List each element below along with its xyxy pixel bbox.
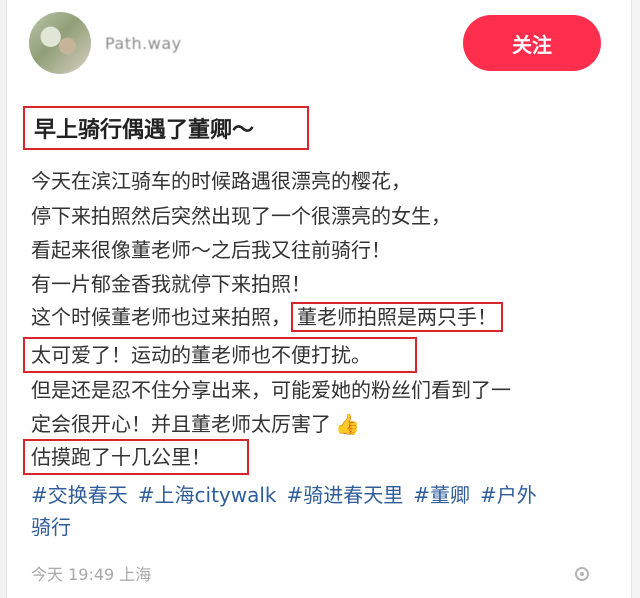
tag-row: #交换春天 #上海citywalk #骑进春天里 #董卿 #户外 bbox=[31, 480, 547, 510]
post-line-8-text: 定会很开心！并且董老师太厉害了 bbox=[31, 412, 331, 436]
post-line-8: 定会很开心！并且董老师太厉害了 👍 bbox=[31, 409, 360, 439]
follow-button[interactable]: 关注 bbox=[463, 15, 601, 71]
tag-link[interactable]: #董卿 bbox=[413, 483, 470, 507]
tag-link-wrap[interactable]: 骑行 bbox=[31, 515, 71, 539]
post-line-3: 看起来很像董老师～之后我又往前骑行！ bbox=[31, 238, 391, 262]
username[interactable]: Path.way bbox=[105, 34, 182, 53]
more-options-icon[interactable] bbox=[575, 567, 589, 581]
post-meta: 今天 19:49 上海 bbox=[31, 565, 152, 584]
post-title-text: 早上骑行偶遇了董卿～ bbox=[34, 118, 255, 143]
tag-link[interactable]: #上海citywalk bbox=[138, 483, 277, 507]
post-line-5: 这个时候董老师也过来拍照， 董老师拍照是两只手！ bbox=[31, 302, 503, 332]
post-line-1: 今天在滨江骑车的时候路遇很漂亮的樱花， bbox=[31, 169, 411, 193]
thumbs-up-icon: 👍 bbox=[335, 412, 360, 436]
post-line-9: 估摸跑了十几公里！ bbox=[31, 445, 211, 469]
post-line-5-text: 这个时候董老师也过来拍照， bbox=[31, 305, 291, 329]
tag-row-wrap: 骑行 bbox=[31, 512, 71, 542]
post-line-6: 太可爱了！运动的董老师也不便打扰。 bbox=[31, 343, 371, 367]
post-title: 早上骑行偶遇了董卿～ bbox=[23, 106, 309, 150]
post-line-2: 停下来拍照然后突然出现了一个很漂亮的女生， bbox=[31, 204, 451, 228]
tag-link[interactable]: #交换春天 bbox=[31, 483, 128, 507]
post-line-4: 有一片郁金香我就停下来拍照！ bbox=[31, 272, 311, 296]
avatar[interactable] bbox=[29, 12, 91, 74]
post-card: Path.way 关注 早上骑行偶遇了董卿～ 今天在滨江骑车的时候路遇很漂亮的樱… bbox=[6, 0, 632, 598]
post-line-7: 但是还是忍不住分享出来，可能爱她的粉丝们看到了一 bbox=[31, 378, 511, 402]
tag-link[interactable]: #户外 bbox=[480, 483, 537, 507]
tag-link[interactable]: #骑进春天里 bbox=[287, 483, 404, 507]
highlight-two-hands: 董老师拍照是两只手！ bbox=[291, 302, 503, 332]
